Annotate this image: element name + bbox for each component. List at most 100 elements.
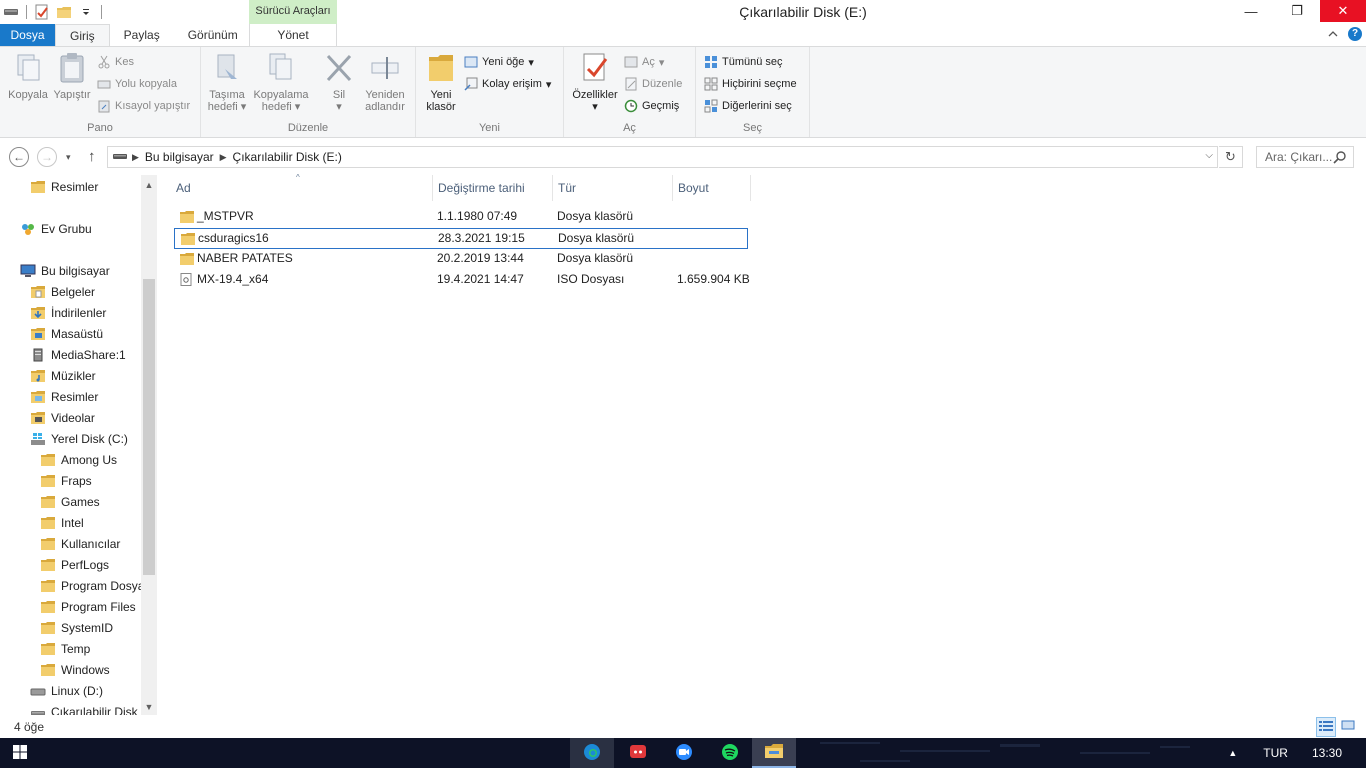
history-button[interactable]: Geçmiş	[624, 97, 679, 115]
nav-item[interactable]: Masaüstü	[30, 323, 103, 344]
scroll-up-icon[interactable]: ▲	[141, 177, 157, 193]
taskbar-zoom-button[interactable]	[662, 738, 706, 768]
show-hidden-icons-icon[interactable]: ▲	[1216, 748, 1249, 758]
rename-button[interactable]: Yeniden adlandır	[361, 51, 409, 113]
nav-item[interactable]: Program Dosya	[40, 575, 144, 596]
edit-button[interactable]: Düzenle	[624, 75, 682, 93]
file-row[interactable]: MX-19.4_x64 19.4.2021 14:47 ISO Dosyası 1.6…	[174, 270, 750, 291]
nav-item[interactable]: Intel	[40, 512, 84, 533]
column-header-name[interactable]: Ad	[176, 175, 434, 201]
maximize-button[interactable]: ❐	[1274, 0, 1320, 22]
nav-item[interactable]: Bu bilgisayar	[20, 260, 110, 281]
nav-item[interactable]: MediaShare:1	[30, 344, 126, 365]
tab-manage[interactable]: Yönet	[249, 24, 337, 47]
copy-path-button[interactable]: Yolu kopyala	[97, 75, 177, 93]
nav-item[interactable]: Fraps	[40, 470, 92, 491]
select-none-button[interactable]: Hiçbirini seçme	[704, 75, 797, 93]
details-view-button[interactable]	[1316, 717, 1336, 737]
folder-icon	[40, 621, 56, 635]
nav-item[interactable]: Resimler	[30, 386, 98, 407]
nav-item[interactable]: Windows	[40, 659, 110, 680]
back-button[interactable]: ←	[9, 147, 29, 167]
taskbar-spotify-button[interactable]	[708, 738, 752, 768]
nav-item[interactable]: Linux (D:)	[30, 680, 103, 701]
large-icons-view-button[interactable]	[1338, 717, 1358, 737]
forward-button[interactable]: →	[37, 147, 57, 167]
nav-item[interactable]: Yerel Disk (C:)	[30, 428, 128, 449]
clock[interactable]: 13:30	[1302, 746, 1366, 760]
paste-button[interactable]: Yapıştır	[51, 51, 93, 101]
navigation-pane[interactable]: Resimler Ev Grubu Bu bilgisayar Belgeler İnd…	[0, 175, 157, 715]
breadcrumb-separator-icon[interactable]: ▶	[220, 152, 227, 163]
homegroup-icon	[20, 222, 36, 236]
copy-button[interactable]: Kopyala	[6, 51, 50, 101]
file-name: MX-19.4_x64	[197, 272, 269, 286]
breadcrumb-separator-icon[interactable]: ▶	[132, 152, 139, 163]
nav-item[interactable]: Resimler	[30, 176, 98, 197]
copy-to-button[interactable]: Kopyalama hedefi ▾	[251, 51, 311, 113]
taskbar-edge-button[interactable]	[570, 738, 614, 768]
select-group-label: Seç	[743, 122, 762, 134]
breadcrumb-this-pc[interactable]: Bu bilgisayar	[139, 150, 220, 164]
open-group-label: Aç	[623, 122, 636, 134]
nav-item[interactable]: Temp	[40, 638, 90, 659]
nav-item[interactable]: Among Us	[40, 449, 117, 470]
start-button[interactable]	[0, 738, 40, 768]
move-to-button[interactable]: Taşıma hedefi ▾	[206, 51, 248, 113]
column-separator[interactable]	[432, 175, 433, 201]
input-language[interactable]: TUR	[1249, 746, 1302, 760]
up-button[interactable]: ↑	[88, 148, 96, 165]
nav-item[interactable]: İndirilenler	[30, 302, 106, 323]
tab-file[interactable]: Dosya	[0, 24, 55, 47]
address-bar[interactable]: ▶ Bu bilgisayar ▶ Çıkarılabilir Disk (E:…	[107, 146, 1218, 168]
taskbar-discord-button[interactable]	[616, 738, 660, 768]
column-separator[interactable]	[552, 175, 553, 201]
nav-item[interactable]: Program Files	[40, 596, 136, 617]
nav-item[interactable]: SystemID	[40, 617, 113, 638]
scroll-down-icon[interactable]: ▼	[141, 699, 157, 715]
column-header-size[interactable]: Boyut	[678, 175, 748, 201]
tab-view[interactable]: Görünüm	[174, 24, 252, 47]
taskbar-file-explorer-button[interactable]	[752, 738, 796, 768]
properties-button[interactable]: Özellikler ▾	[568, 51, 622, 113]
tab-share[interactable]: Paylaş	[110, 24, 174, 47]
file-row[interactable]: _MSTPVR 1.1.1980 07:49 Dosya klasörü	[174, 207, 748, 228]
open-button[interactable]: Aç ▾	[624, 53, 664, 71]
nav-item[interactable]: PerfLogs	[40, 554, 109, 575]
column-header-modified[interactable]: Değiştirme tarihi	[438, 175, 552, 201]
new-folder-icon	[425, 51, 457, 85]
paste-shortcut-button[interactable]: Kısayol yapıştır	[97, 97, 190, 115]
nav-item-label: PerfLogs	[61, 557, 110, 572]
nav-item[interactable]: Kullanıcılar	[40, 533, 120, 554]
collapse-ribbon-icon[interactable]	[1328, 27, 1338, 41]
nav-pane-scrollbar[interactable]: ▲ ▼	[141, 175, 157, 715]
tab-home[interactable]: Giriş	[55, 24, 110, 47]
scrollbar-thumb[interactable]	[143, 279, 155, 575]
column-header-type[interactable]: Tür	[558, 175, 668, 201]
select-all-button[interactable]: Tümünü seç	[704, 53, 783, 71]
nav-item[interactable]: Ev Grubu	[20, 218, 92, 239]
breadcrumb-removable-disk[interactable]: Çıkarılabilir Disk (E:)	[227, 150, 348, 164]
new-item-button[interactable]: Yeni öğe ▾	[464, 53, 534, 71]
cut-button[interactable]: Kes	[97, 53, 134, 71]
refresh-button[interactable]: ↻	[1219, 146, 1243, 168]
minimize-button[interactable]: —	[1228, 0, 1274, 22]
nav-item[interactable]: Müzikler	[30, 365, 96, 386]
nav-item[interactable]: Çıkarılabilir Disk (	[30, 701, 145, 715]
help-icon[interactable]: ?	[1348, 27, 1362, 41]
nav-item[interactable]: Belgeler	[30, 281, 95, 302]
search-input[interactable]: Ara: Çıkarı...	[1256, 146, 1354, 168]
column-separator[interactable]	[750, 175, 751, 201]
invert-selection-button[interactable]: Diğerlerini seç	[704, 97, 792, 115]
file-row[interactable]: csduragics16 28.3.2021 19:15 Dosya klasörü	[174, 228, 748, 249]
file-row[interactable]: NABER PATATES 20.2.2019 13:44 Dosya klasör…	[174, 249, 748, 270]
recent-locations-button[interactable]: ▾	[66, 152, 71, 163]
column-separator[interactable]	[672, 175, 673, 201]
new-folder-button[interactable]: Yeni klasör	[420, 51, 462, 113]
delete-button[interactable]: Sil ▾	[319, 51, 359, 113]
nav-item[interactable]: Videolar	[30, 407, 95, 428]
close-button[interactable]: ✕	[1320, 0, 1366, 22]
address-history-icon[interactable]: ⌵	[1205, 150, 1213, 161]
easy-access-button[interactable]: Kolay erişim ▾	[464, 75, 551, 93]
nav-item[interactable]: Games	[40, 491, 100, 512]
